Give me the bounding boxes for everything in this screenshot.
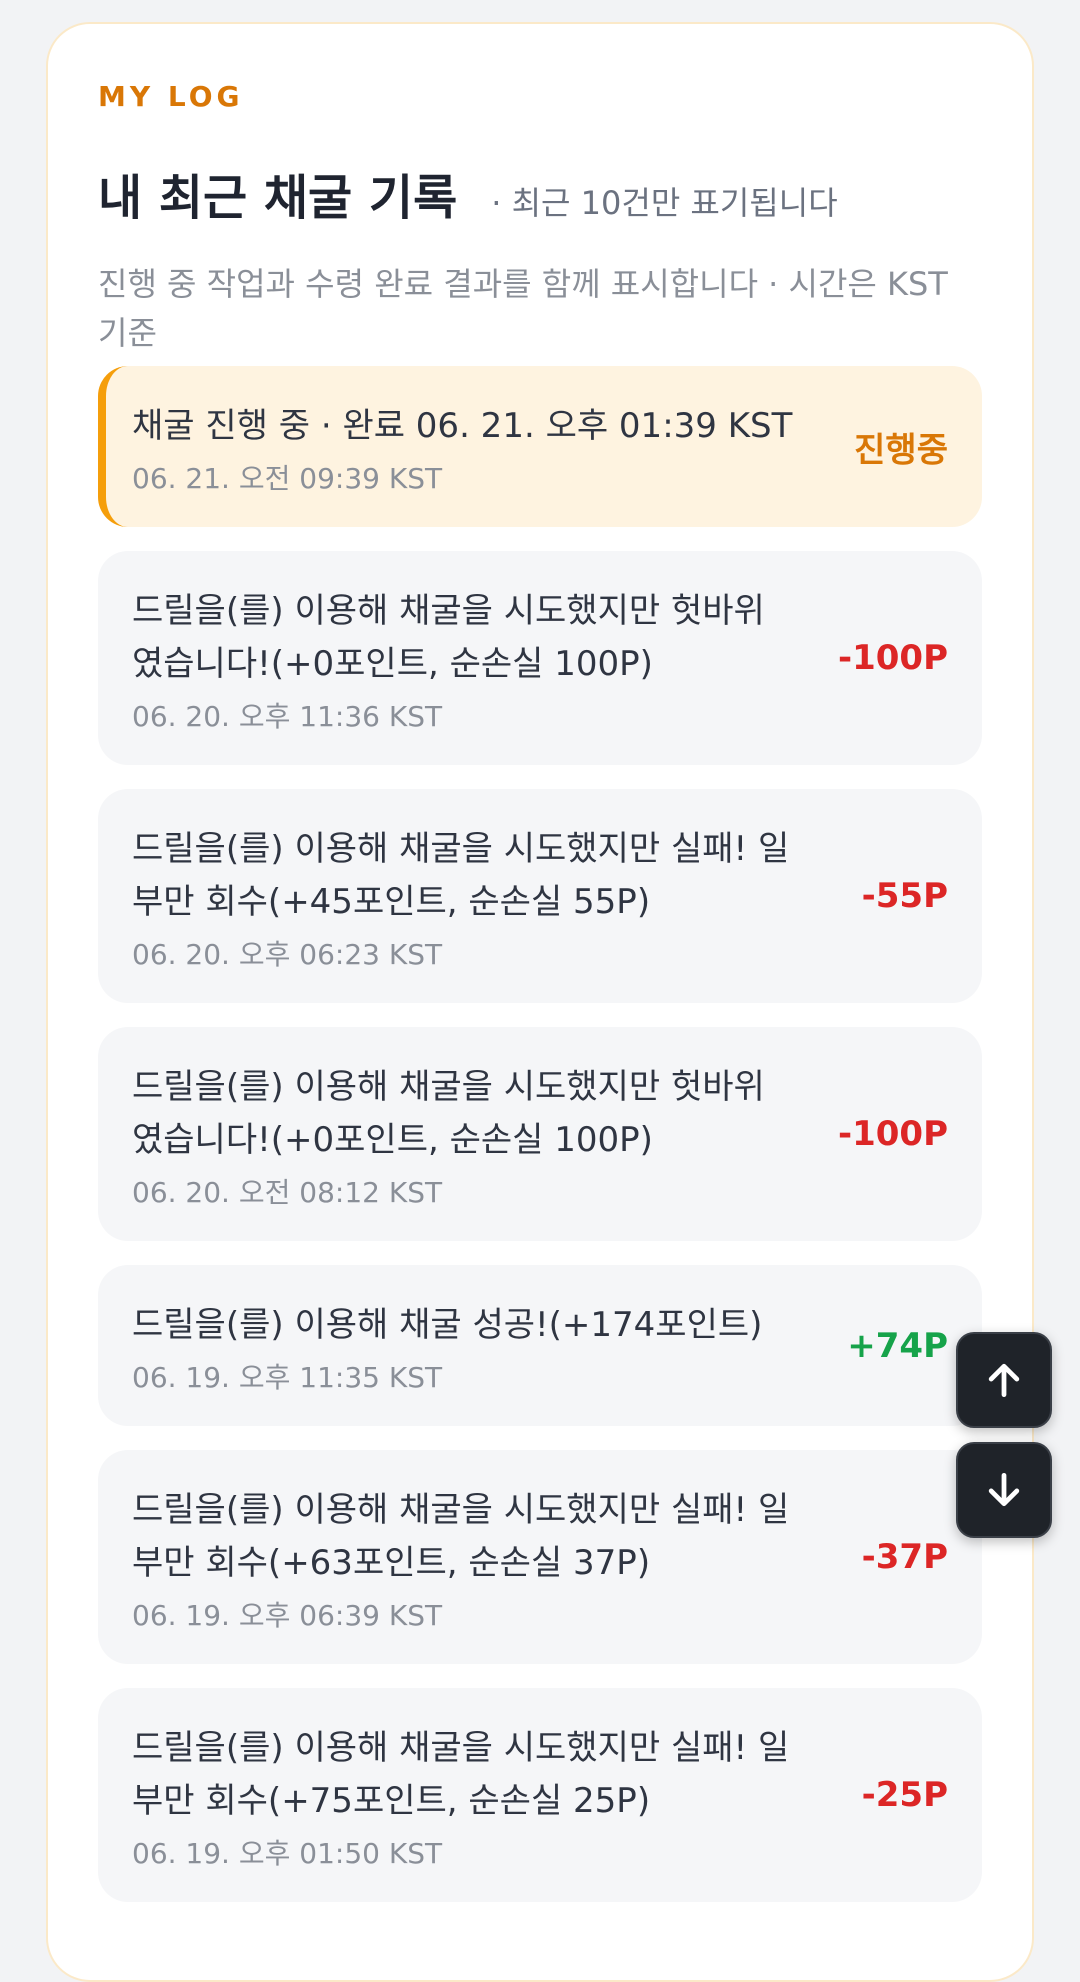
log-amount: -37P <box>861 1537 948 1577</box>
scroll-up-button[interactable] <box>956 1332 1052 1428</box>
log-time: 06. 20. 오후 06:23 KST <box>132 938 443 971</box>
mining-log-card: MY LOG 내 최근 채굴 기록 · 최근 10건만 표기됩니다 진행 중 작… <box>46 22 1034 1982</box>
page-subtitle: 진행 중 작업과 수령 완료 결과를 함께 표시합니다 · 시간은 KST 기준 <box>98 265 948 352</box>
title-note: · 최근 10건만 표기됩니다 <box>491 184 838 222</box>
log-amount: -100P <box>837 638 948 678</box>
log-time: 06. 20. 오전 08:12 KST <box>132 1176 443 1209</box>
log-message: 드릴을(를) 이용해 채굴을 시도했지만 실패! 일 부만 회수(+75포인트,… <box>132 1728 790 1821</box>
log-list: 채굴 진행 중 · 완료 06. 21. 오후 01:39 KST 06. 21… <box>98 366 982 1926</box>
log-message: 채굴 진행 중 · 완료 06. 21. 오후 01:39 KST <box>132 406 793 446</box>
log-message: 드릴을(를) 이용해 채굴을 시도했지만 헛바위 였습니다!(+0포인트, 순손… <box>132 591 765 684</box>
arrow-up-icon <box>988 1363 1020 1398</box>
log-status-badge: 진행중 <box>854 430 948 470</box>
page-title: 내 최근 채굴 기록 <box>98 170 458 226</box>
log-item: 드릴을(를) 이용해 채굴을 시도했지만 실패! 일 부만 회수(+75포인트,… <box>98 1688 982 1902</box>
log-message: 드릴을(를) 이용해 채굴을 시도했지만 실패! 일 부만 회수(+63포인트,… <box>132 1490 790 1583</box>
log-time: 06. 20. 오후 11:36 KST <box>132 700 443 733</box>
scroll-down-button[interactable] <box>956 1442 1052 1538</box>
log-message: 드릴을(를) 이용해 채굴 성공!(+174포인트) <box>132 1305 763 1345</box>
log-time: 06. 19. 오후 11:35 KST <box>132 1361 443 1394</box>
log-time: 06. 19. 오후 01:50 KST <box>132 1837 443 1870</box>
log-amount: +74P <box>847 1325 948 1366</box>
section-eyebrow: MY LOG <box>98 80 244 113</box>
log-item: 드릴을(를) 이용해 채굴을 시도했지만 헛바위 였습니다!(+0포인트, 순손… <box>98 1027 982 1241</box>
title-row: 내 최근 채굴 기록 · 최근 10건만 표기됩니다 <box>98 158 838 228</box>
log-amount: -55P <box>861 876 948 916</box>
log-message: 드릴을(를) 이용해 채굴을 시도했지만 헛바위 였습니다!(+0포인트, 순손… <box>132 1067 765 1160</box>
arrow-down-icon <box>988 1472 1020 1507</box>
log-item-in-progress: 채굴 진행 중 · 완료 06. 21. 오후 01:39 KST 06. 21… <box>98 366 982 527</box>
log-item: 드릴을(를) 이용해 채굴을 시도했지만 헛바위 였습니다!(+0포인트, 순손… <box>98 551 982 765</box>
log-item: 드릴을(를) 이용해 채굴을 시도했지만 실패! 일 부만 회수(+45포인트,… <box>98 789 982 1003</box>
log-item: 드릴을(를) 이용해 채굴 성공!(+174포인트) 06. 19. 오후 11… <box>98 1265 982 1426</box>
log-time: 06. 19. 오후 06:39 KST <box>132 1599 443 1632</box>
log-amount: -25P <box>861 1775 948 1815</box>
log-time: 06. 21. 오전 09:39 KST <box>132 462 443 495</box>
log-item: 드릴을(를) 이용해 채굴을 시도했지만 실패! 일 부만 회수(+63포인트,… <box>98 1450 982 1664</box>
log-amount: -100P <box>837 1114 948 1154</box>
log-message: 드릴을(를) 이용해 채굴을 시도했지만 실패! 일 부만 회수(+45포인트,… <box>132 829 790 922</box>
